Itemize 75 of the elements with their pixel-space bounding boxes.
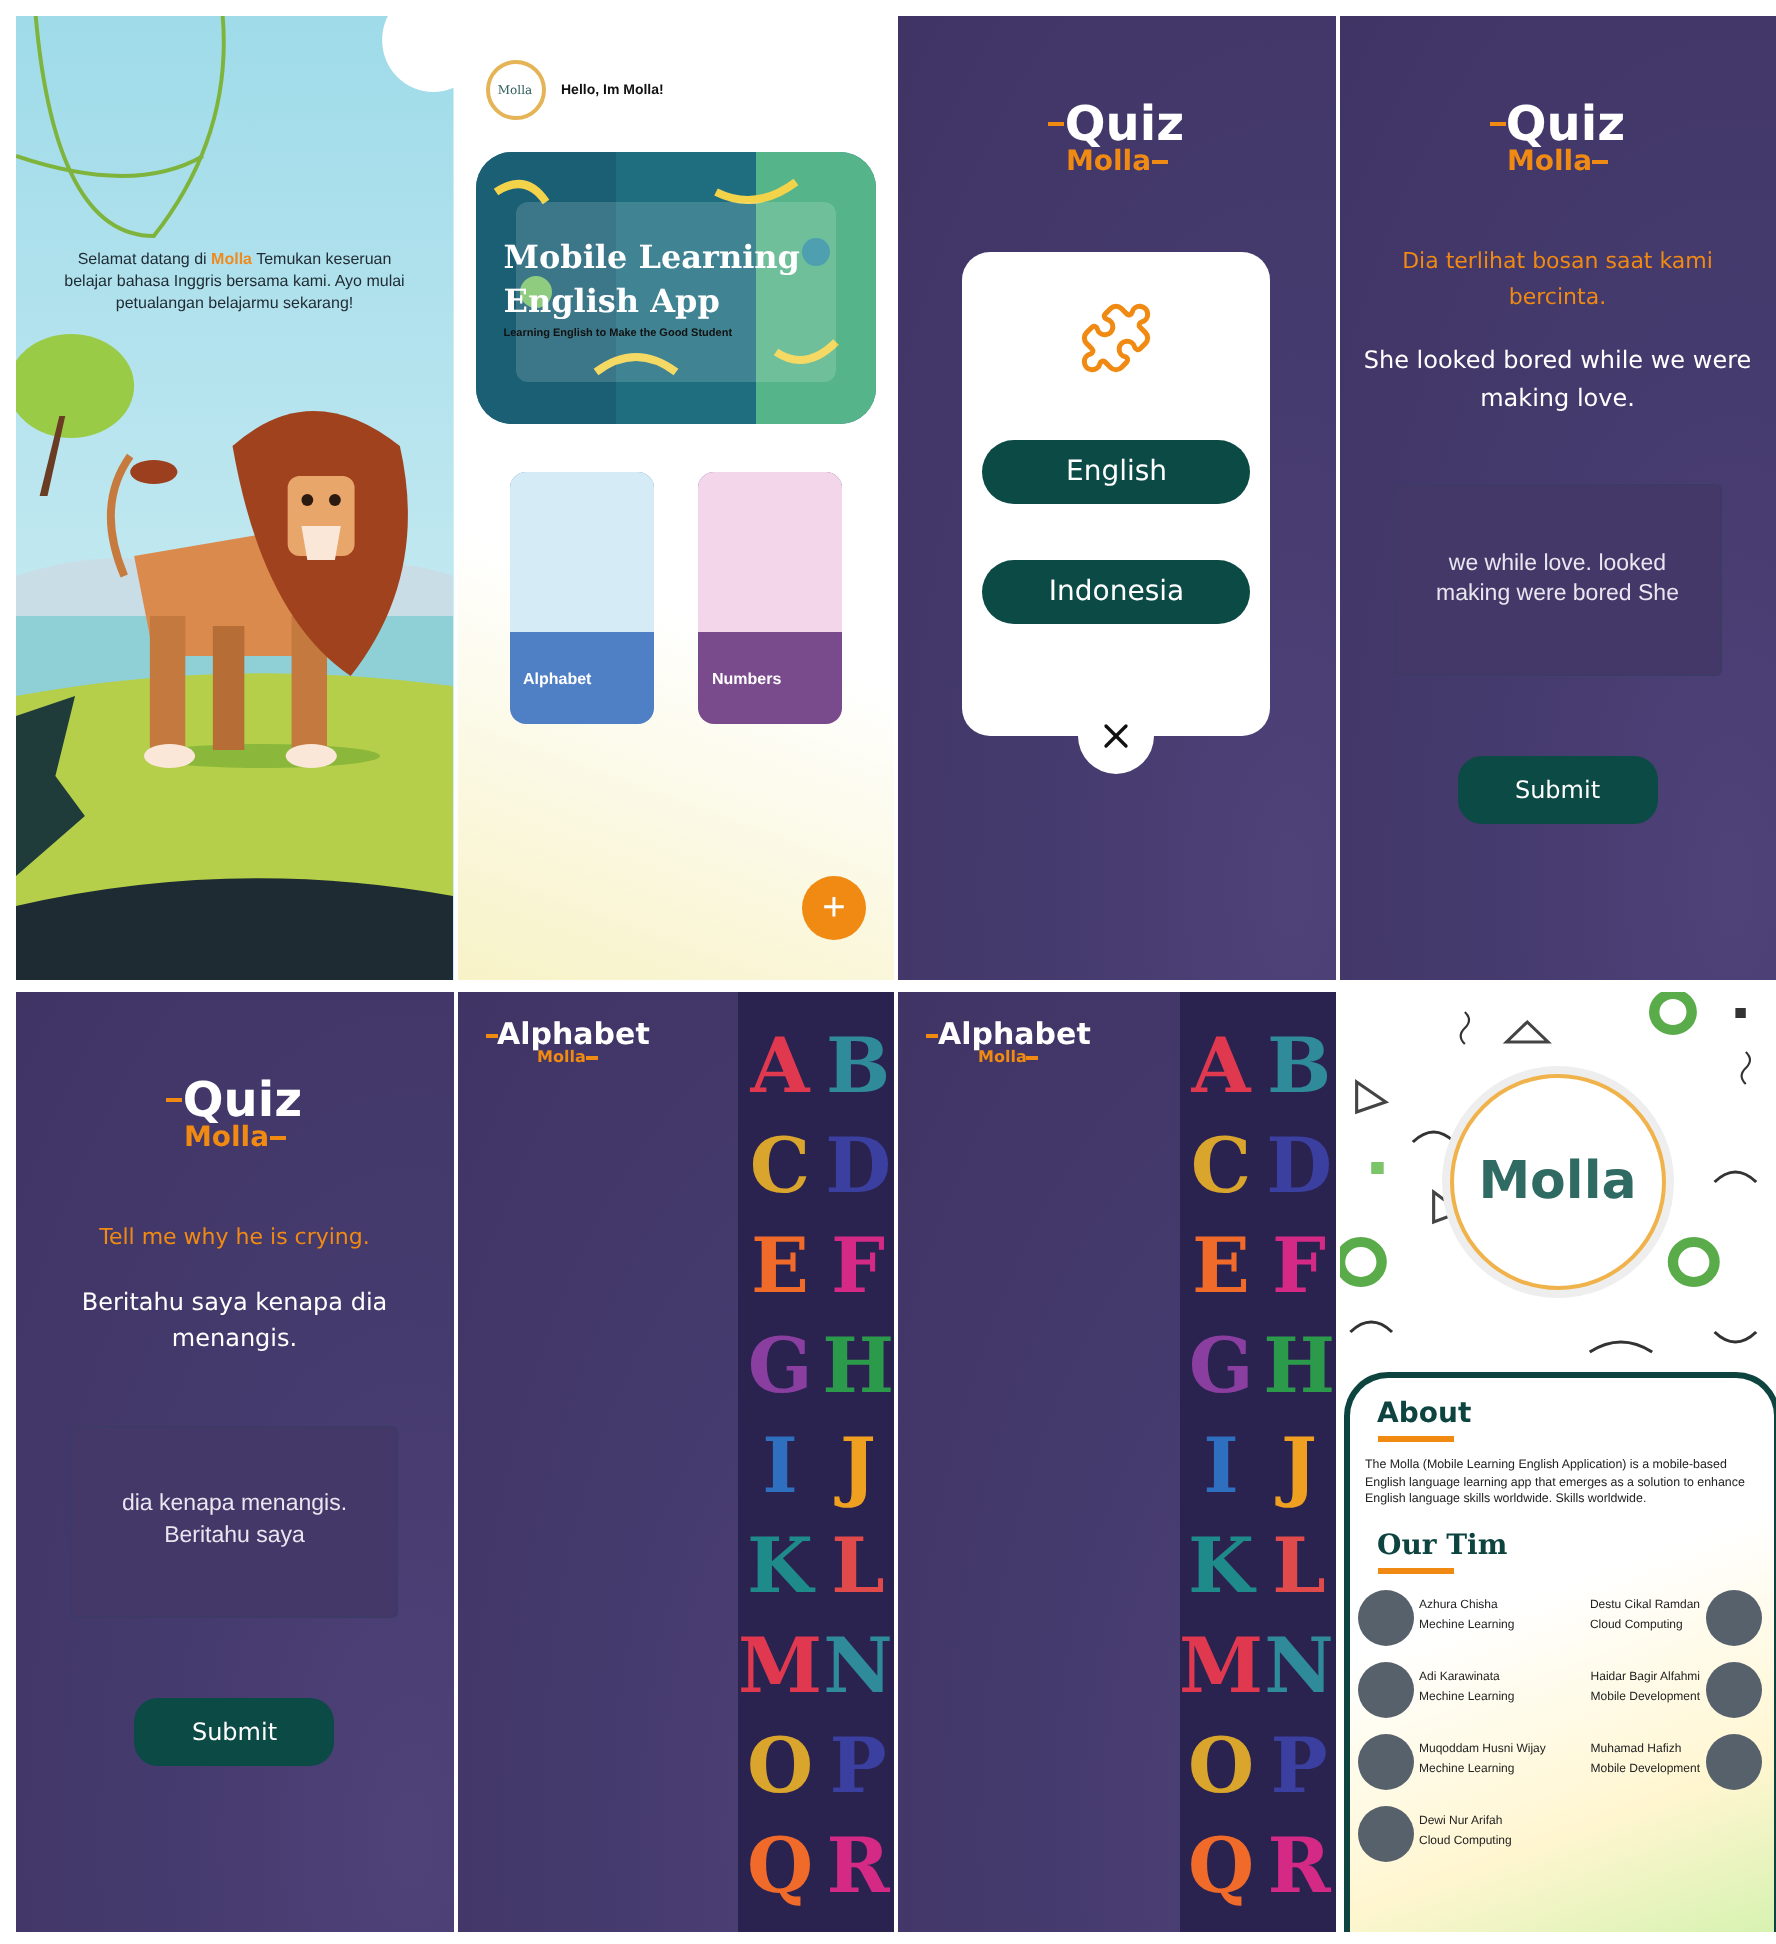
avatar-circle: [1706, 1590, 1762, 1647]
floral-letter[interactable]: I: [762, 1428, 798, 1504]
floral-letter[interactable]: R: [1267, 1828, 1331, 1904]
avatar-circle: [1706, 1734, 1762, 1791]
floral-letter[interactable]: O: [746, 1728, 814, 1804]
floral-letter[interactable]: E: [1192, 1228, 1251, 1304]
floral-letter[interactable]: B: [825, 1028, 891, 1104]
floral-letter[interactable]: I: [1203, 1428, 1239, 1504]
question-prompt: Tell me why he is crying.: [99, 1222, 370, 1254]
language-option[interactable]: English: [982, 440, 1251, 504]
dash-icon: [1489, 122, 1506, 126]
logo-subtitle: Molla: [183, 1124, 270, 1152]
floral-letter[interactable]: N: [1264, 1628, 1334, 1704]
logo-title: Alphabet: [497, 1020, 650, 1050]
category-card[interactable]: Alphabet: [509, 472, 653, 724]
dash-icon: [1151, 160, 1168, 164]
banner-title: Mobile Learning English App: [503, 236, 802, 324]
floral-letter[interactable]: O: [1187, 1728, 1255, 1804]
floral-letter[interactable]: K: [1188, 1528, 1255, 1604]
avatar-circle: [1357, 1662, 1413, 1719]
submit-button[interactable]: Submit: [134, 1697, 335, 1766]
floral-letter[interactable]: F: [831, 1228, 886, 1304]
dash-icon: [166, 1098, 183, 1102]
floral-letter[interactable]: C: [749, 1128, 811, 1204]
welcome-message: Selamat datang di Molla Temukan keseruan belajar bahasa Inggris bersama kami. Ayo mulai petualangan belajarmu sekarang!: [62, 248, 407, 316]
floral-letter[interactable]: H: [1263, 1328, 1335, 1404]
answer-field[interactable]: we while love. looked making were bored She: [1393, 484, 1722, 677]
puzzle-icon: [1078, 300, 1155, 376]
avatar-circle: [1706, 1662, 1762, 1719]
floral-letter[interactable]: F: [1272, 1228, 1327, 1304]
add-button[interactable]: +: [802, 876, 866, 940]
dash-icon: [485, 1033, 497, 1037]
dash-icon: [269, 1136, 286, 1140]
floral-letter[interactable]: L: [831, 1528, 885, 1604]
about-heading: About: [1377, 1398, 1474, 1430]
question-prompt: Dia terlihat bosan saat kami bercinta.: [1400, 246, 1715, 314]
avatar-circle: [1357, 1806, 1413, 1863]
sentence-text: She looked bored while we were making love.: [1361, 344, 1754, 416]
floral-letter[interactable]: G: [747, 1328, 813, 1404]
logo-subtitle: Molla: [978, 1050, 1027, 1066]
logo-subtitle: Molla: [1065, 148, 1152, 176]
dash-icon: [1026, 1056, 1039, 1060]
floral-letter[interactable]: Q: [1187, 1828, 1255, 1904]
floral-letter[interactable]: A: [1191, 1028, 1251, 1104]
floral-letter[interactable]: L: [1272, 1528, 1326, 1604]
floral-letter[interactable]: K: [747, 1528, 814, 1604]
floral-letter[interactable]: C: [1190, 1128, 1252, 1204]
dash-icon: [926, 1033, 938, 1037]
sentence-text: Beritahu saya kenapa dia menangis.: [79, 1285, 390, 1357]
floral-letter[interactable]: Q: [746, 1828, 814, 1904]
logo-title: Quiz: [1064, 100, 1185, 148]
floral-letter[interactable]: M: [738, 1628, 823, 1704]
logo-title: Alphabet: [938, 1020, 1091, 1050]
logo-subtitle: Molla: [1506, 148, 1593, 176]
dash-icon: [585, 1056, 598, 1060]
floral-letter[interactable]: E: [751, 1228, 810, 1304]
submit-button[interactable]: Submit: [1457, 756, 1658, 825]
floral-letter[interactable]: H: [822, 1328, 894, 1404]
floral-letter[interactable]: N: [823, 1628, 893, 1704]
floral-letter[interactable]: A: [750, 1028, 810, 1104]
dash-icon: [1592, 160, 1609, 164]
floral-letter[interactable]: M: [1179, 1628, 1264, 1704]
floral-letter[interactable]: G: [1188, 1328, 1254, 1404]
logo-title: Quiz: [1505, 100, 1626, 148]
avatar-circle: [1357, 1590, 1413, 1647]
category-card[interactable]: Numbers: [698, 472, 842, 724]
floral-letter[interactable]: B: [1266, 1028, 1332, 1104]
logo-subtitle: Molla: [537, 1050, 586, 1066]
language-option[interactable]: Indonesia: [982, 560, 1251, 624]
logo-title: Quiz: [182, 1076, 303, 1124]
team-heading: Our Tim: [1377, 1530, 1510, 1563]
floral-letter[interactable]: R: [826, 1828, 890, 1904]
avatar-circle: [1357, 1734, 1413, 1791]
answer-field[interactable]: dia kenapa menangis. Beritahu saya: [70, 1425, 399, 1618]
dash-icon: [1048, 122, 1065, 126]
